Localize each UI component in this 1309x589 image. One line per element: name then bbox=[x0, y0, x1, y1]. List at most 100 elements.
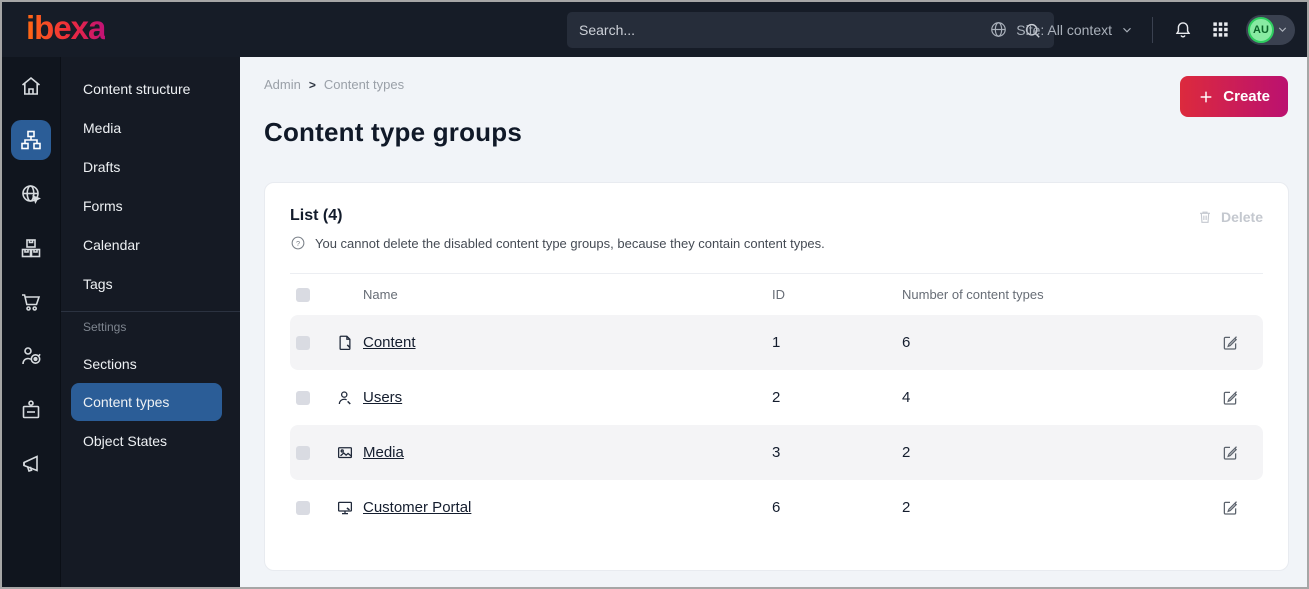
row-checkbox bbox=[296, 335, 310, 350]
main-content: Admin > Content types Create Content typ… bbox=[240, 57, 1307, 587]
edit-group-button[interactable] bbox=[1219, 387, 1241, 409]
sidebar-item-media[interactable]: Media bbox=[61, 108, 240, 147]
list-title: List (4) bbox=[290, 207, 343, 224]
edit-group-button[interactable] bbox=[1219, 442, 1241, 464]
edit-group-button[interactable] bbox=[1219, 497, 1241, 519]
sidebar-item-sections[interactable]: Sections bbox=[61, 344, 240, 383]
page-title: Content type groups bbox=[264, 117, 523, 147]
content-type-groups-card: List (4) Delete ? You cannot delete the … bbox=[264, 182, 1289, 571]
person-target-icon bbox=[19, 344, 43, 368]
user-menu-button[interactable]: AU bbox=[1246, 14, 1295, 45]
create-button-label: Create bbox=[1223, 88, 1270, 105]
sidebar-item-content-types[interactable]: Content types bbox=[71, 383, 222, 421]
id-badge-icon bbox=[19, 398, 43, 422]
site-context-label: Site: All context bbox=[1016, 21, 1112, 38]
sidebar-item-drafts[interactable]: Drafts bbox=[61, 147, 240, 186]
row-checkbox bbox=[296, 390, 310, 405]
cart-icon bbox=[19, 290, 43, 314]
sidebar-section-label: Settings bbox=[83, 320, 127, 334]
breadcrumb-admin[interactable]: Admin bbox=[264, 77, 301, 92]
table-header-row: Name ID Number of content types bbox=[290, 273, 1263, 315]
avatar: AU bbox=[1248, 16, 1274, 43]
rail-item-commerce[interactable] bbox=[11, 282, 51, 322]
column-header-count: Number of content types bbox=[902, 287, 1044, 302]
group-link-customer-portal[interactable]: Customer Portal bbox=[363, 499, 471, 516]
sidebar-item-calendar[interactable]: Calendar bbox=[61, 225, 240, 264]
topbar: ibexa Site: All context bbox=[2, 2, 1307, 57]
rail-item-site[interactable] bbox=[11, 174, 51, 214]
group-count: 2 bbox=[902, 444, 911, 461]
rail-item-dashboard[interactable] bbox=[11, 66, 51, 106]
edit-square-icon bbox=[1221, 444, 1239, 462]
global-search bbox=[567, 12, 1054, 48]
rail-item-corporate[interactable] bbox=[11, 390, 51, 430]
info-message-text: You cannot delete the disabled content t… bbox=[315, 235, 825, 251]
icon-rail bbox=[2, 57, 60, 587]
sitemap-icon bbox=[19, 128, 43, 152]
sidebar-item-object-states[interactable]: Object States bbox=[61, 421, 240, 460]
row-checkbox bbox=[296, 445, 310, 460]
group-id: 2 bbox=[772, 389, 781, 406]
search-input[interactable] bbox=[579, 22, 1023, 38]
sidebar-divider bbox=[61, 311, 240, 312]
app-switcher-button[interactable] bbox=[1209, 18, 1232, 41]
svg-text:?: ? bbox=[296, 239, 300, 248]
breadcrumb-content-types: Content types bbox=[323, 77, 405, 92]
group-count: 4 bbox=[902, 389, 911, 406]
sidebar-item-tags[interactable]: Tags bbox=[61, 264, 240, 303]
sidebar-item-forms[interactable]: Forms bbox=[61, 186, 240, 225]
group-count: 2 bbox=[902, 499, 911, 516]
rail-item-product-catalog[interactable] bbox=[11, 228, 51, 268]
chevron-down-icon bbox=[1120, 23, 1134, 37]
app-window: ibexa Site: All context bbox=[0, 0, 1309, 589]
rail-item-customers[interactable] bbox=[11, 336, 51, 376]
breadcrumb: Admin > Content types bbox=[264, 77, 404, 92]
globe-cursor-icon bbox=[19, 182, 43, 206]
topbar-divider bbox=[1152, 16, 1153, 43]
sidebar-menu: Content structure Media Drafts Forms Cal… bbox=[60, 57, 240, 587]
column-header-name: Name bbox=[363, 287, 398, 302]
avatar-chevron-icon bbox=[1276, 23, 1289, 36]
group-link-users[interactable]: Users bbox=[363, 389, 402, 406]
group-link-content[interactable]: Content bbox=[363, 334, 416, 351]
create-button[interactable]: Create bbox=[1180, 76, 1288, 117]
select-all-checkbox bbox=[296, 287, 310, 302]
plus-icon bbox=[1198, 89, 1214, 105]
group-id: 6 bbox=[772, 499, 781, 516]
notifications-button[interactable] bbox=[1171, 18, 1195, 42]
sidebar-item-content-structure[interactable]: Content structure bbox=[61, 69, 240, 108]
megaphone-icon bbox=[19, 452, 43, 476]
rail-item-content[interactable] bbox=[11, 120, 51, 160]
table-row: Users 2 4 bbox=[290, 370, 1263, 425]
monitor-icon bbox=[336, 499, 363, 517]
site-context-selector[interactable]: Site: All context bbox=[989, 20, 1134, 39]
file-icon bbox=[336, 334, 363, 352]
table-row: Media 3 2 bbox=[290, 425, 1263, 480]
content-type-groups-table: Name ID Number of content types Content … bbox=[290, 273, 1263, 535]
boxes-icon bbox=[19, 236, 43, 260]
edit-group-button[interactable] bbox=[1219, 332, 1241, 354]
delete-button-label: Delete bbox=[1220, 209, 1263, 225]
app-grid-icon bbox=[1211, 20, 1230, 39]
group-id: 1 bbox=[772, 334, 781, 351]
topbar-actions: Site: All context AU bbox=[989, 2, 1295, 57]
column-header-id: ID bbox=[772, 287, 785, 302]
image-icon bbox=[336, 444, 363, 462]
info-message: ? You cannot delete the disabled content… bbox=[290, 235, 1263, 251]
rail-item-marketing[interactable] bbox=[11, 444, 51, 484]
table-row: Customer Portal 6 2 bbox=[290, 480, 1263, 535]
globe-icon bbox=[989, 20, 1008, 39]
home-icon bbox=[19, 74, 43, 98]
user-icon bbox=[336, 389, 363, 407]
group-count: 6 bbox=[902, 334, 911, 351]
group-link-media[interactable]: Media bbox=[363, 444, 404, 461]
delete-button: Delete bbox=[1197, 209, 1263, 225]
row-checkbox bbox=[296, 500, 310, 515]
bell-icon bbox=[1173, 20, 1193, 40]
edit-square-icon bbox=[1221, 389, 1239, 407]
group-id: 3 bbox=[772, 444, 781, 461]
ibexa-logo: ibexa bbox=[26, 9, 106, 46]
breadcrumb-separator: > bbox=[308, 77, 316, 92]
edit-square-icon bbox=[1221, 334, 1239, 352]
table-row: Content 1 6 bbox=[290, 315, 1263, 370]
